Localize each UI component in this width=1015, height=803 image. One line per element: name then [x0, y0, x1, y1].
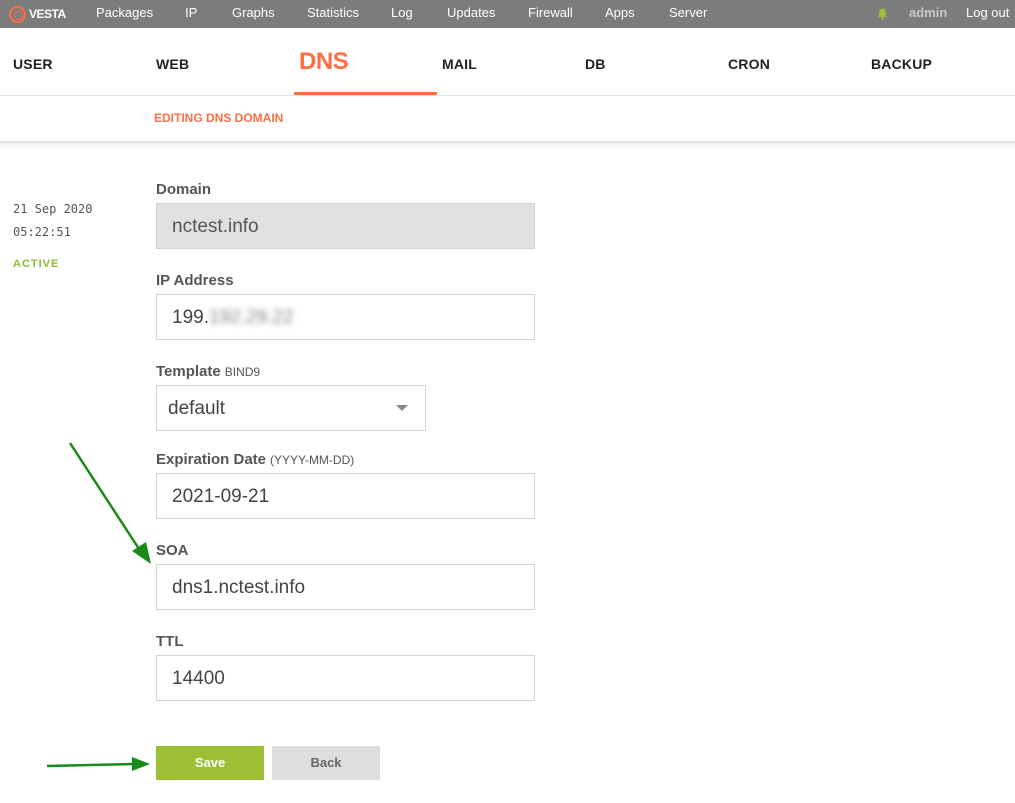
ip-address-field[interactable]: 199.192.29.22	[156, 294, 535, 340]
status-badge: ACTIVE	[13, 258, 60, 270]
logo-icon	[9, 5, 26, 23]
top-nav-ip[interactable]: IP	[185, 5, 197, 20]
chevron-down-icon	[396, 405, 408, 411]
template-hint: BIND9	[224, 365, 261, 379]
save-button[interactable]: Save	[156, 746, 264, 780]
template-label: Template BIND9	[156, 363, 260, 380]
template-label-text: Template	[156, 363, 221, 380]
expiration-hint: (YYYY-MM-DD)	[270, 453, 355, 467]
expiration-label: Expiration Date (YYYY-MM-DD)	[156, 451, 354, 468]
active-tab-indicator	[294, 92, 437, 95]
top-nav-apps[interactable]: Apps	[605, 5, 635, 20]
arrow-to-soa-icon	[68, 442, 151, 564]
template-select[interactable]: default	[156, 385, 426, 431]
tab-cron[interactable]: CRON	[728, 56, 770, 72]
tab-mail[interactable]: MAIL	[442, 56, 477, 72]
arrow-to-save-icon	[46, 757, 150, 771]
ttl-field[interactable]: 14400	[156, 655, 535, 701]
tab-backup[interactable]: BACKUP	[871, 56, 932, 72]
domain-date: 21 Sep 2020	[13, 202, 93, 216]
sub-bar: EDITING DNS DOMAIN	[0, 96, 1015, 141]
domain-field: nctest.info	[156, 203, 535, 249]
expiration-date-field[interactable]: 2021-09-21	[156, 473, 535, 519]
template-value: default	[168, 398, 226, 419]
domain-label: Domain	[156, 181, 212, 198]
top-nav-log[interactable]: Log	[391, 5, 413, 20]
domain-time: 05:22:51	[13, 225, 71, 239]
ttl-label: TTL	[156, 633, 184, 650]
user-link[interactable]: admin	[909, 5, 947, 20]
top-nav-statistics[interactable]: Statistics	[307, 5, 359, 20]
tab-dns[interactable]: DNS	[299, 48, 349, 76]
tab-user[interactable]: USER	[13, 56, 53, 72]
ip-label: IP Address	[156, 272, 234, 289]
top-nav-updates[interactable]: Updates	[447, 5, 495, 20]
ip-redacted: 192.29.22	[208, 307, 294, 328]
bell-icon[interactable]	[877, 8, 888, 20]
vesta-logo[interactable]: VESTA	[9, 4, 66, 24]
logout-link[interactable]: Log out	[966, 5, 1009, 20]
soa-label: SOA	[156, 542, 189, 559]
top-nav-server[interactable]: Server	[669, 5, 707, 20]
expiration-label-text: Expiration Date	[156, 451, 267, 468]
top-bar: VESTA Packages IP Graphs Statistics Log …	[0, 0, 1015, 28]
back-button[interactable]: Back	[272, 746, 380, 780]
logo-text: VESTA	[29, 7, 66, 21]
top-nav-firewall[interactable]: Firewall	[528, 5, 573, 20]
soa-field[interactable]: dns1.nctest.info	[156, 564, 535, 610]
main-nav: USER WEB DNS MAIL DB CRON BACKUP	[0, 28, 1015, 96]
sub-bar-shadow	[0, 141, 1015, 149]
top-nav-graphs[interactable]: Graphs	[232, 5, 275, 20]
tab-web[interactable]: WEB	[156, 56, 189, 72]
page-title: EDITING DNS DOMAIN	[154, 111, 284, 125]
top-nav-packages[interactable]: Packages	[96, 5, 153, 20]
ip-prefix: 199.	[172, 307, 209, 328]
tab-db[interactable]: DB	[585, 56, 606, 72]
